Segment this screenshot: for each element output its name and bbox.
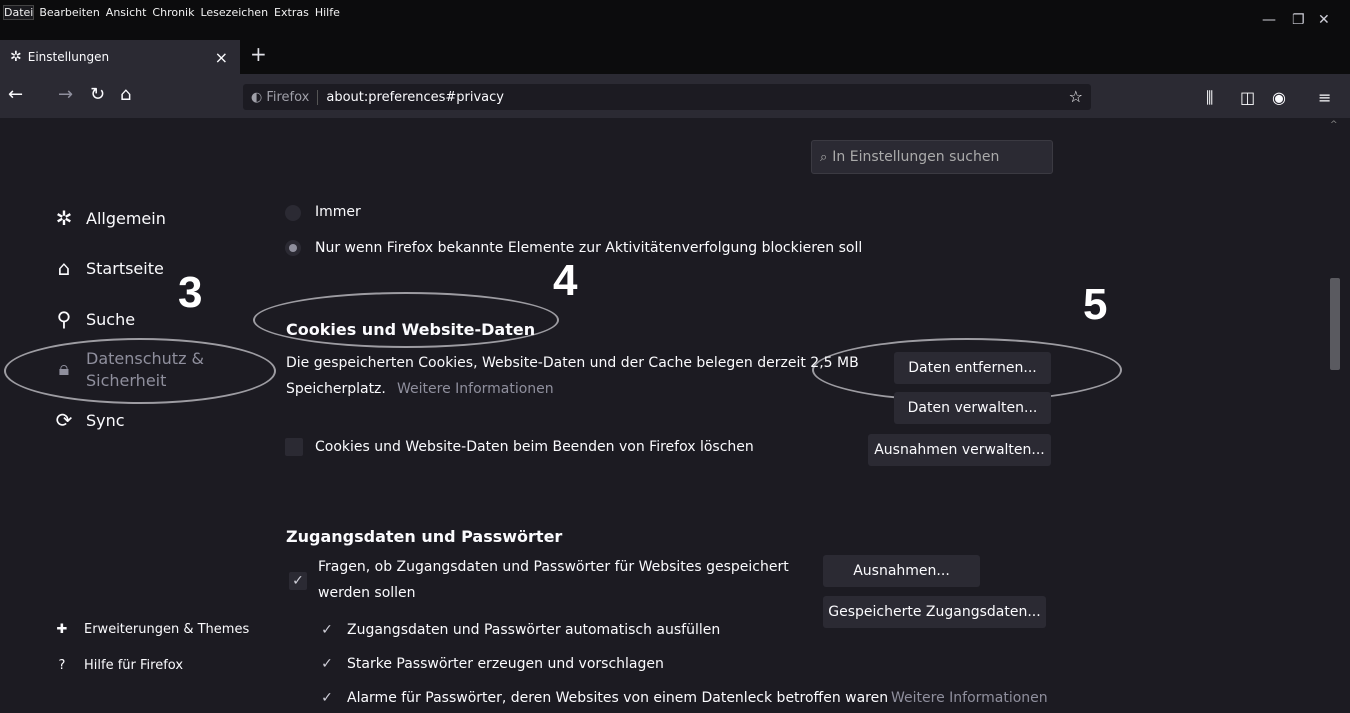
autofill-checkbox[interactable]: ✓ xyxy=(318,621,336,639)
sidebar-help-label: Hilfe für Firefox xyxy=(84,658,184,673)
remove-data-button[interactable]: Daten entfernen... xyxy=(894,352,1051,384)
annotation-5: 5 xyxy=(1083,280,1108,329)
search-placeholder: In Einstellungen suchen xyxy=(832,149,1000,165)
tab-strip: ✲ Einstellungen × + xyxy=(0,38,1350,74)
logins-exceptions-button[interactable]: Ausnahmen... xyxy=(823,555,980,587)
cookies-description: Die gespeicherten Cookies, Website-Daten… xyxy=(286,355,859,371)
breach-alerts-more-info-link[interactable]: Weitere Informationen xyxy=(891,690,1048,706)
scrollbar-track[interactable] xyxy=(1326,118,1344,713)
highlight-ellipse-sidebar xyxy=(4,338,276,404)
cookies-description-2: Speicherplatz. xyxy=(286,381,386,397)
tab-einstellungen[interactable]: ✲ Einstellungen × xyxy=(0,40,240,74)
sidebar-item-label: Suche xyxy=(86,309,136,329)
account-icon[interactable]: ◉ xyxy=(1272,88,1286,107)
sidebar-item-sync[interactable]: ⟳ Sync xyxy=(50,408,125,432)
sidebar-item-label: Startseite xyxy=(86,258,164,278)
ask-save-logins-label: Fragen, ob Zugangsdaten und Passwörter f… xyxy=(318,559,789,575)
menu-hilfe[interactable]: Hilfe xyxy=(315,6,340,19)
ask-save-logins-checkbox[interactable]: ✓ xyxy=(289,572,307,590)
sidebar-extensions-link[interactable]: ✚ Erweiterungen & Themes xyxy=(52,622,250,637)
scroll-up-icon[interactable]: ^ xyxy=(1330,120,1338,130)
radio-nur-wenn[interactable] xyxy=(285,240,301,256)
suggest-passwords-label: Starke Passwörter erzeugen und vorschlag… xyxy=(347,656,664,672)
close-window-icon[interactable]: ✕ xyxy=(1318,12,1330,28)
menu-ansicht[interactable]: Ansicht xyxy=(106,6,147,19)
manage-exceptions-button[interactable]: Ausnahmen verwalten... xyxy=(868,434,1051,466)
logins-heading: Zugangsdaten und Passwörter xyxy=(286,527,563,546)
hamburger-menu-icon[interactable]: ≡ xyxy=(1318,88,1331,107)
url-address[interactable]: about:preferences#privacy xyxy=(326,90,504,105)
search-icon: ⚲ xyxy=(56,307,72,331)
menu-bearbeiten[interactable]: Bearbeiten xyxy=(39,6,99,19)
menu-chronik[interactable]: Chronik xyxy=(152,6,194,19)
sidebar-item-startseite[interactable]: ⌂ Startseite xyxy=(50,256,164,280)
menu-bar: Datei Bearbeiten Ansicht Chronik Lesezei… xyxy=(0,0,1350,38)
suggest-passwords-checkbox[interactable]: ✓ xyxy=(318,655,336,673)
gear-icon: ✲ xyxy=(10,49,22,65)
sidebar-item-suche[interactable]: ⚲ Suche xyxy=(50,307,135,331)
sidebar-icon[interactable]: ◫ xyxy=(1240,88,1255,107)
search-icon: ⌕ xyxy=(820,149,828,165)
sidebar-help-link[interactable]: ? Hilfe für Firefox xyxy=(52,658,183,673)
puzzle-icon: ✚ xyxy=(56,622,68,637)
menu-extras[interactable]: Extras xyxy=(274,6,309,19)
gear-icon: ✲ xyxy=(55,206,73,230)
sidebar-item-label: Sync xyxy=(86,410,125,430)
tab-title: Einstellungen xyxy=(27,50,110,64)
restore-icon[interactable]: ❐ xyxy=(1292,12,1305,28)
breach-alerts-label: Alarme für Passwörter, deren Websites vo… xyxy=(347,690,889,706)
ask-save-logins-label-2: werden sollen xyxy=(318,585,416,601)
radio-immer[interactable] xyxy=(285,205,301,221)
preferences-search-input[interactable]: ⌕ In Einstellungen suchen xyxy=(811,140,1053,174)
sidebar-extensions-label: Erweiterungen & Themes xyxy=(84,622,250,637)
scrollbar-thumb[interactable] xyxy=(1330,278,1340,370)
delete-on-close-checkbox[interactable] xyxy=(285,438,303,456)
autofill-label: Zugangsdaten und Passwörter automatisch … xyxy=(347,622,721,638)
saved-logins-button[interactable]: Gespeicherte Zugangsdaten... xyxy=(823,596,1046,628)
minimize-icon[interactable]: — xyxy=(1262,12,1276,28)
manage-data-button[interactable]: Daten verwalten... xyxy=(894,392,1051,424)
annotation-4: 4 xyxy=(553,256,578,305)
browser-identity: Firefox xyxy=(266,89,319,105)
help-icon: ? xyxy=(58,658,66,673)
home-icon: ⌂ xyxy=(57,256,71,280)
sidebar-item-label: Allgemein xyxy=(86,208,166,228)
home-icon[interactable]: ⌂ xyxy=(120,84,131,105)
tab-close-icon[interactable]: × xyxy=(215,48,228,67)
menu-datei[interactable]: Datei xyxy=(2,5,35,20)
bookmark-star-icon[interactable]: ☆ xyxy=(1069,87,1083,106)
forward-icon[interactable]: → xyxy=(58,84,73,105)
new-tab-button[interactable]: + xyxy=(250,42,267,66)
firefox-icon: ◐ xyxy=(251,89,263,105)
radio-nur-wenn-label: Nur wenn Firefox bekannte Elemente zur A… xyxy=(315,240,863,256)
library-icon[interactable]: ⫼ xyxy=(1206,88,1213,108)
delete-on-close-label: Cookies und Website-Daten beim Beenden v… xyxy=(315,439,754,455)
sidebar-item-allgemein[interactable]: ✲ Allgemein xyxy=(50,206,166,230)
sync-icon: ⟳ xyxy=(55,408,73,432)
breach-alerts-checkbox[interactable]: ✓ xyxy=(318,689,336,707)
back-icon[interactable]: ← xyxy=(8,84,23,105)
url-bar[interactable]: ◐ Firefox about:preferences#privacy ☆ xyxy=(243,84,1091,110)
reload-icon[interactable]: ↻ xyxy=(90,84,105,105)
annotation-3: 3 xyxy=(178,268,203,317)
cookies-more-info-link[interactable]: Weitere Informationen xyxy=(397,381,554,397)
cookies-heading: Cookies und Website-Daten xyxy=(286,320,536,339)
radio-immer-label: Immer xyxy=(315,204,361,220)
menu-lesezeichen[interactable]: Lesezeichen xyxy=(200,6,268,19)
